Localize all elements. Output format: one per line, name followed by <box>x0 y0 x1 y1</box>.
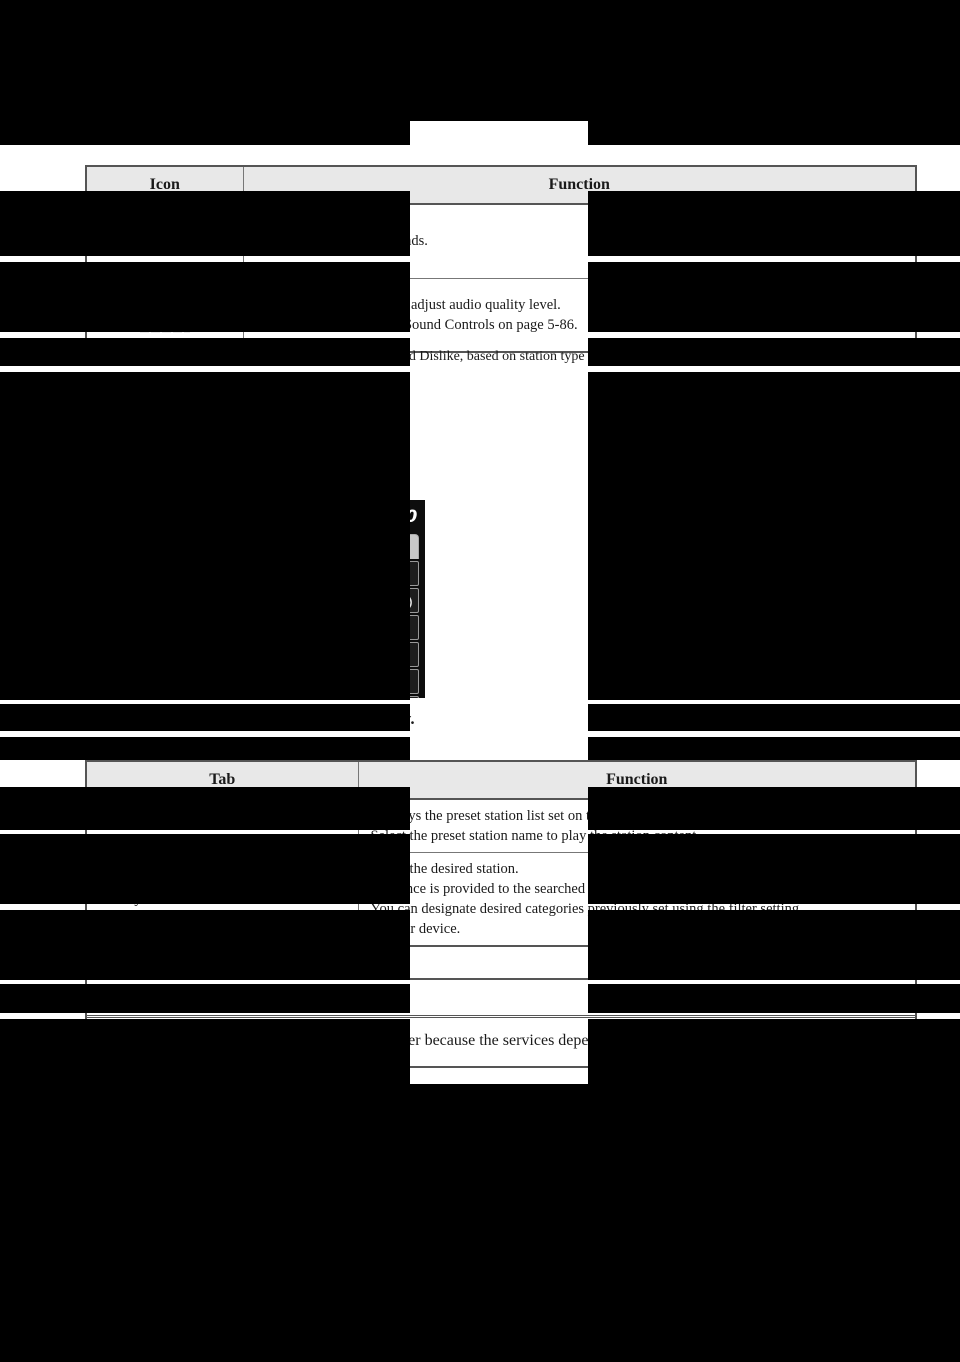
remove-icon[interactable] <box>121 564 140 583</box>
function-line-1: Displays sound settings to adjust audio … <box>255 296 561 313</box>
instruction-text-before: Select the <box>85 464 155 483</box>
device-content: Presets Nearby Comedy Todays Picks KROQ … <box>119 534 425 698</box>
icon-function-table: Icon Function 30 Fast-forwards for 30 se… <box>85 165 917 354</box>
note-body-end: . <box>818 1032 823 1049</box>
table-row: Displays sound settings to adjust audio … <box>85 277 917 353</box>
column-header-tab: Tab <box>85 760 359 801</box>
station-name: Hourly News <box>147 647 239 662</box>
list-item[interactable]: BBC <box>119 696 419 698</box>
function-cell: Fast-forwards for 30 seconds. <box>242 203 917 279</box>
signal-bars-icon <box>339 511 355 526</box>
tab-presets[interactable]: Presets <box>120 534 268 559</box>
tab-bar: Presets Nearby <box>119 534 419 559</box>
list-item[interactable]: KROQ <box>119 615 419 640</box>
instruction-text-after: icon. <box>187 464 222 483</box>
remove-icon[interactable] <box>121 645 140 664</box>
svg-text:30: 30 <box>155 233 174 248</box>
page-header: Interior Features Audio Set [Type B (tou… <box>85 40 918 112</box>
station-list: Comedy Todays Picks KROQ Hourly News Twi… <box>119 561 419 698</box>
watermark: carmanualsonline.info <box>325 1322 635 1353</box>
fast-forward-30-icon: 30 <box>142 215 188 261</box>
list-item[interactable]: Hourly News <box>119 642 419 667</box>
table-row: Presets Displays the preset station list… <box>85 798 917 854</box>
function-cell: Displays sound settings to adjust audio … <box>242 277 917 353</box>
heading-switch-tab: Switch the tab and select the station ca… <box>85 709 415 728</box>
instruction-select-icon: Select the icon. <box>85 464 222 484</box>
icon-cell: 30 <box>85 203 244 279</box>
speaker-playing-icon <box>398 594 413 608</box>
tab-nearby[interactable]: Nearby <box>271 534 419 559</box>
station-name: Twitter <box>147 674 198 689</box>
device-body: Presets Nearby Comedy Todays Picks KROQ … <box>85 534 425 698</box>
function-line-2: Guidance is provided to the searched des… <box>370 881 811 898</box>
sound-settings-equalizer-icon <box>138 290 191 334</box>
tab-function-table: Tab Function Presets Displays the preset… <box>85 760 917 948</box>
function-line-2: Select the preset station name to play t… <box>370 828 700 845</box>
station-name: KROQ <box>147 620 189 635</box>
note-body-text: The available Location Based Services ma… <box>101 1032 810 1049</box>
station-name: Comedy <box>147 566 205 581</box>
status-divider <box>121 507 123 527</box>
touchscreen-screenshot: aha ♪ 10:20 Presets Nearby Comedy Todays… <box>85 500 425 698</box>
document-page: Interior Features Audio Set [Type B (tou… <box>0 0 960 1362</box>
function-line-3: You can designate desired categories pre… <box>370 901 800 918</box>
page-number: 5-121 <box>866 1296 918 1321</box>
remove-icon[interactable] <box>121 672 140 691</box>
function-line-1: Select the desired station. <box>370 861 519 878</box>
music-note-icon: ♪ <box>299 509 309 525</box>
remove-icon[interactable] <box>121 697 140 698</box>
footnote: *1 Some stations may use alternate varia… <box>85 349 653 365</box>
function-line-1: Displays the preset station list set on … <box>370 808 649 825</box>
table-header-row: Icon Function <box>85 165 917 206</box>
column-header-icon: Icon <box>85 165 244 206</box>
note-box: NOTE The available Location Based Servic… <box>85 978 917 1069</box>
chevron-left-icon[interactable] <box>85 534 119 698</box>
tab-nearby-label: Nearby <box>321 540 369 554</box>
remove-icon[interactable] <box>121 618 140 637</box>
function-line-4: on your device. <box>370 921 461 938</box>
list-menu-icon <box>161 466 181 482</box>
device-status-bar: aha ♪ 10:20 <box>85 500 425 534</box>
footnote-text: Some stations may use alternate variatio… <box>109 349 654 364</box>
heading-main-menu: Main menu <box>85 428 169 447</box>
home-icon[interactable] <box>91 507 112 527</box>
tab-presets-label: Presets <box>169 540 219 554</box>
clock: 10:20 <box>364 507 417 527</box>
function-cell: Select the desired station. Guidance is … <box>357 852 917 947</box>
list-item[interactable]: Todays Picks <box>119 588 419 613</box>
table-row: 30 Fast-forwards for 30 seconds. <box>85 203 917 279</box>
column-header-function: Function <box>357 760 917 801</box>
header-rule <box>85 108 918 112</box>
aha-logo-icon <box>132 507 151 527</box>
table-header-row: Tab Function <box>85 760 917 801</box>
list-item[interactable]: Twitter <box>119 669 419 694</box>
footnote-marker: *1 <box>85 349 99 364</box>
app-name: aha <box>157 506 196 528</box>
station-name: BBC <box>147 697 176 698</box>
table-row: Nearby Select the desired station. Guida… <box>85 852 917 947</box>
function-cell: Displays the preset station list set on … <box>357 798 917 854</box>
function-line-2: Refer to Volume/Display/Sound Controls o… <box>255 316 578 333</box>
battery-icon <box>314 512 333 527</box>
status-indicators: ♪ 10:20 <box>299 507 417 527</box>
page-title: Audio Set [Type B (touchscreen)] <box>508 62 918 94</box>
tab-name-cell: Nearby <box>85 852 359 947</box>
note-body: The available Location Based Services ma… <box>87 1018 915 1066</box>
remove-icon[interactable] <box>121 591 140 610</box>
list-item[interactable]: Comedy <box>119 561 419 586</box>
column-header-function: Function <box>242 165 917 206</box>
note-title: NOTE <box>87 980 915 1018</box>
section-label: Interior Features <box>817 40 918 55</box>
station-name: Todays Picks <box>147 593 239 608</box>
trademark-symbol: ™ <box>809 1030 819 1041</box>
tab-name-cell: Presets <box>85 798 359 854</box>
icon-cell <box>85 277 244 353</box>
